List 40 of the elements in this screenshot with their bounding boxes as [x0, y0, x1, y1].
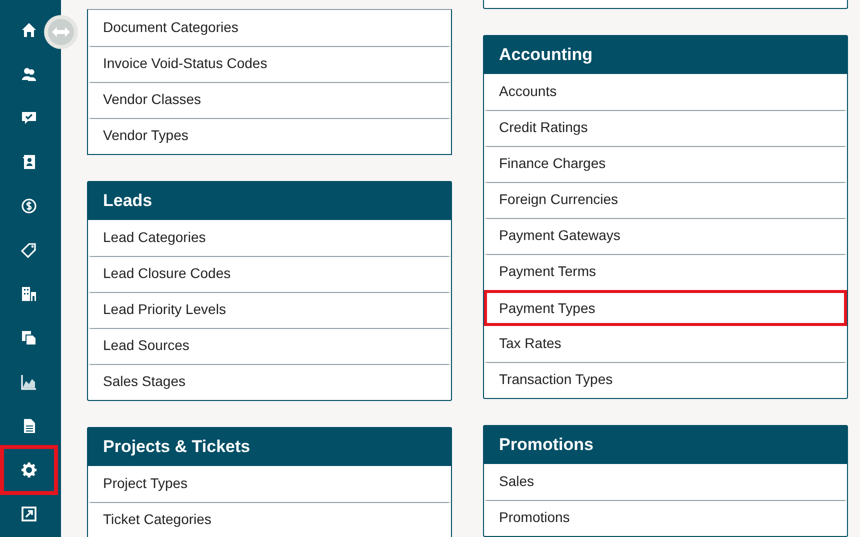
- card-title: Leads: [88, 182, 451, 220]
- settings-list-item[interactable]: Lead Categories: [88, 220, 451, 256]
- settings-list-item[interactable]: Tax Rates: [484, 326, 847, 362]
- settings-list-item[interactable]: Payment Gateways: [484, 218, 847, 254]
- settings-list-item[interactable]: Vendor Classes: [88, 82, 451, 118]
- contact-book-icon: [21, 154, 37, 170]
- settings-list-item[interactable]: Lead Closure Codes: [88, 256, 451, 292]
- settings-list-item[interactable]: Project Types: [88, 466, 451, 502]
- chat-check-icon: [21, 110, 37, 126]
- settings-list-item[interactable]: Foreign Currencies: [484, 182, 847, 218]
- dollar-icon: [21, 198, 37, 214]
- area-chart-icon: [21, 374, 37, 390]
- document-icon: [21, 418, 37, 434]
- double-arrow-icon: [52, 27, 70, 37]
- settings-list-item[interactable]: Accounts: [484, 74, 847, 110]
- tag-icon: [21, 242, 37, 258]
- settings-list-item[interactable]: Lead Priority Levels: [88, 292, 451, 328]
- settings-icon: [21, 462, 37, 478]
- settings-list-item[interactable]: Payment Types: [484, 290, 847, 326]
- settings-list-item[interactable]: Lead Sources: [88, 328, 451, 364]
- users-icon: [21, 66, 37, 82]
- card-title: Projects & Tickets: [88, 428, 451, 466]
- nav-button[interactable]: [0, 445, 58, 495]
- buildings-icon: [21, 286, 37, 302]
- settings-list-item[interactable]: Invoice Void-Status Codes: [88, 46, 451, 82]
- settings-list-item[interactable]: Ticket Categories: [88, 502, 451, 537]
- settings-list-item[interactable]: Sales Stages: [88, 364, 451, 400]
- settings-list-item[interactable]: Document Categories: [88, 10, 451, 46]
- copies-icon: [21, 330, 37, 346]
- settings-list-item[interactable]: Sales: [484, 464, 847, 500]
- home-icon: [21, 22, 37, 38]
- settings-list-item[interactable]: Promotions: [484, 500, 847, 536]
- settings-list-item[interactable]: Transaction Types: [484, 362, 847, 398]
- card-title: Promotions: [484, 426, 847, 464]
- external-link-icon: [21, 506, 37, 522]
- settings-list-item[interactable]: Credit Ratings: [484, 110, 847, 146]
- settings-list-item[interactable]: Finance Charges: [484, 146, 847, 182]
- card-title: Accounting: [484, 36, 847, 74]
- settings-list-item[interactable]: Vendor Types: [88, 118, 451, 154]
- collapse-toggle-button[interactable]: [44, 15, 78, 49]
